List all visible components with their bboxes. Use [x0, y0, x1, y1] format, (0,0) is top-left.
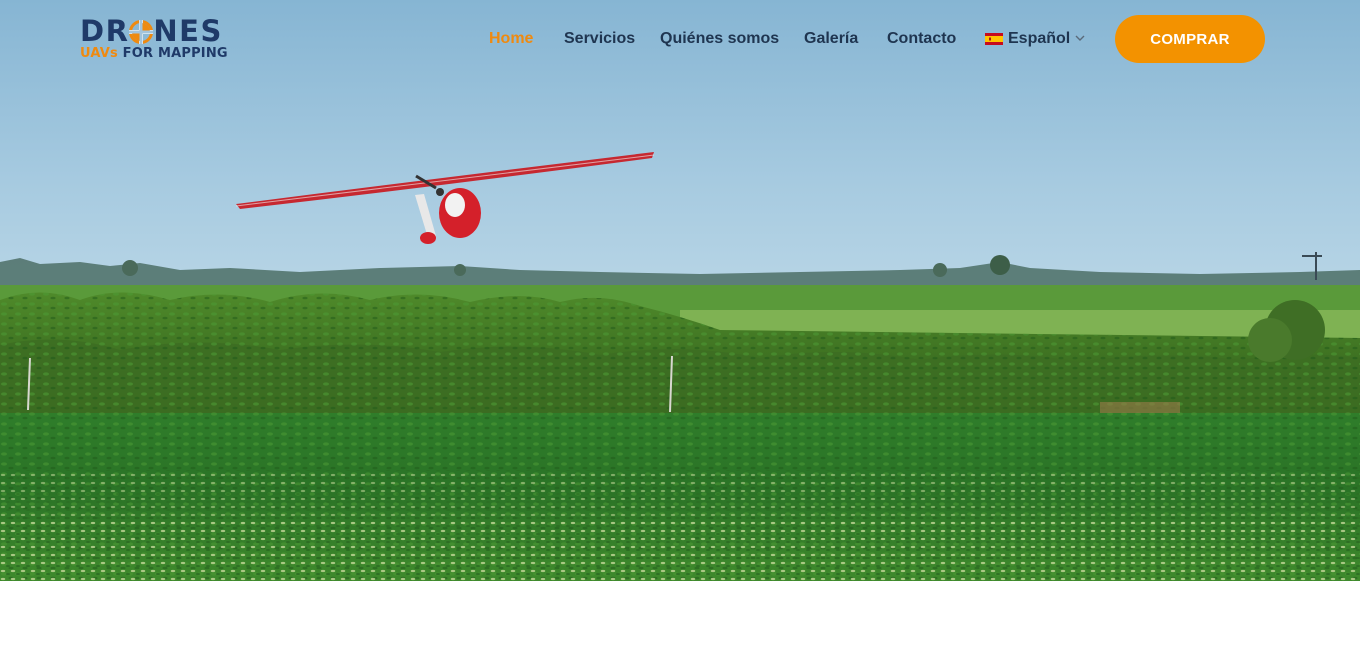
hero-image	[0, 0, 1360, 581]
buy-button[interactable]: COMPRAR	[1115, 15, 1265, 63]
logo-tagline-accent: UAVs	[80, 46, 118, 61]
nav-item-servicios[interactable]: Servicios	[564, 29, 635, 49]
nav-item-quienes-somos[interactable]: Quiénes somos	[660, 29, 779, 49]
nav-item-contacto[interactable]: Contacto	[887, 29, 956, 49]
logo[interactable]: DR NES UAVs FOR MAPPING	[80, 14, 240, 64]
spain-flag-icon	[985, 33, 1003, 45]
logo-brand-left: DR	[80, 14, 130, 48]
language-label: Español	[1008, 30, 1071, 47]
hero-photo	[0, 0, 1360, 581]
logo-brand-right: NES	[153, 14, 223, 48]
logo-wordmark: DR NES	[80, 14, 223, 48]
logo-tagline-rest: FOR MAPPING	[122, 46, 228, 61]
nav-item-galeria[interactable]: Galería	[804, 29, 858, 49]
site-header: DR NES UAVs FOR MAPPING Home Servicios Qu…	[0, 0, 1360, 80]
logo-tagline: UAVs FOR MAPPING	[80, 46, 228, 61]
crosshair-o-icon	[129, 17, 154, 44]
chevron-down-icon	[1075, 35, 1085, 41]
nav-item-home[interactable]: Home	[489, 29, 533, 49]
